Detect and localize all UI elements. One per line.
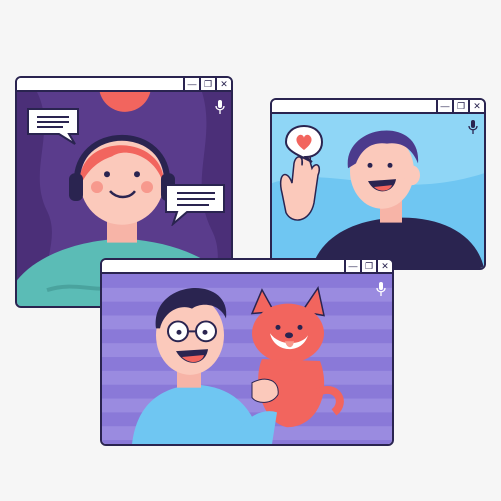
minimize-button[interactable]: — (436, 100, 452, 112)
window-titlebar: — ❐ ✕ (102, 260, 392, 274)
window-titlebar: — ❐ ✕ (17, 78, 231, 92)
microphone-icon[interactable] (215, 100, 225, 114)
video-feed-man-with-dog (102, 274, 392, 444)
speech-bubble-icon (27, 108, 79, 145)
microphone-icon[interactable] (468, 120, 478, 134)
heart-icon (284, 124, 324, 163)
close-button[interactable]: ✕ (376, 260, 392, 272)
speech-bubble-icon (165, 184, 225, 226)
minimize-button[interactable]: — (344, 260, 360, 272)
right-call-window: — ❐ ✕ (270, 98, 486, 270)
microphone-icon[interactable] (376, 282, 386, 296)
restore-button[interactable]: ❐ (452, 100, 468, 112)
close-button[interactable]: ✕ (215, 78, 231, 90)
close-button[interactable]: ✕ (468, 100, 484, 112)
window-titlebar: — ❐ ✕ (272, 100, 484, 114)
front-call-window: — ❐ ✕ (100, 258, 394, 446)
restore-button[interactable]: ❐ (199, 78, 215, 90)
restore-button[interactable]: ❐ (360, 260, 376, 272)
minimize-button[interactable]: — (183, 78, 199, 90)
